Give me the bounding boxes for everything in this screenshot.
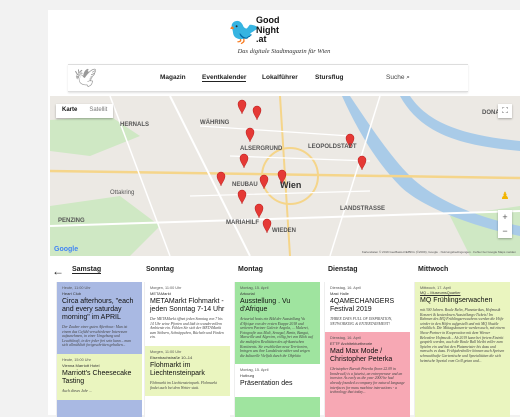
day-column-mittwoch: Mittwoch, 17. April MQ – MuseumsQuartier…	[414, 282, 510, 417]
event-time: Heute, 15:00 Uhr	[62, 357, 91, 362]
day-column-samstag: Heute, 11:00 Uhr Heart Club Circa afterh…	[56, 282, 142, 417]
map-attribution[interactable]: Kartendaten © 2019 GeoBasis-DE/BKG (©200…	[362, 250, 516, 254]
map-label-waehring: WÄHRING	[200, 119, 230, 126]
map-type-karte[interactable]: Karte	[56, 104, 83, 118]
event-time: Morgen, 11:00 Uhr	[150, 349, 182, 354]
map-canvas: HERNALS WÄHRING ALSERGRUND LEOPOLDSTADT …	[50, 96, 520, 256]
map-type-control: Karte Satellit	[56, 104, 114, 118]
site-logo[interactable]: 🐦 Good Night .at	[228, 15, 338, 50]
event-time: Mittwoch, 17. April	[420, 286, 451, 290]
event-title[interactable]: Mad Max Mode / Christopher Peterka	[330, 348, 405, 364]
event-card[interactable]: Montag, 15. April Hotburg Präsentation d…	[235, 364, 320, 398]
day-tab-sonntag[interactable]: Sonntag	[146, 266, 174, 273]
event-venue[interactable]: METAMarkt	[150, 291, 225, 296]
event-venue[interactable]: Eisenbachstraße 10–14	[150, 355, 225, 360]
day-tab-samstag[interactable]: Samstag	[72, 266, 102, 274]
day-tab-dienstag[interactable]: Dienstag	[328, 266, 358, 273]
page: 🐦 Good Night .at Das digitale Stadtmagaz…	[48, 10, 520, 417]
event-map[interactable]: HERNALS WÄHRING ALSERGRUND LEOPOLDSTADT …	[50, 96, 520, 256]
logo-line3: .at	[256, 34, 267, 44]
event-title[interactable]: 4QAMECHANGERS Festival 2019	[330, 298, 405, 314]
event-card[interactable]: Montag, 15. April Artcurial Ausstellung …	[235, 282, 320, 364]
street-view-pegman-icon[interactable]: ♟	[500, 190, 510, 204]
nav-item-lokalfuehrer[interactable]: Lokalführer	[262, 74, 298, 81]
day-column-montag: Montag, 15. April Artcurial Ausstellung …	[234, 282, 320, 417]
event-description: THREE DAYS FULL OF INSPIRATION, NETWORKI…	[330, 317, 393, 326]
event-time: Morgen, 11:00 Uhr	[150, 286, 182, 290]
event-time: Montag, 15. April	[240, 368, 269, 373]
event-title[interactable]: MQ Frühlingserwachen	[420, 297, 505, 305]
map-label-hernals: HERNALS	[120, 122, 149, 128]
search-icon: ⌕	[406, 74, 410, 81]
day-column-sonntag: Morgen, 11:00 Uhr METAMarkt METAMarkt Fl…	[144, 282, 230, 417]
event-description: Christopher Burrah Peterka (born 22.09 i…	[330, 367, 405, 395]
event-time: Dienstag, 16. April	[330, 286, 361, 290]
day-column-dienstag: Dienstag, 16. April Mast Halle 4QAMECHAN…	[324, 282, 410, 417]
google-logo: Google	[54, 246, 79, 253]
main-navigation: 🕊 Magazin Eventkalender Lokalführer Stur…	[68, 64, 468, 92]
event-card[interactable]: Morgen, 11:00 Uhr METAMarkt METAMarkt Fl…	[145, 282, 230, 346]
map-label-alsergrund: ALSERGRUND	[240, 146, 283, 152]
event-description: Der METAMarkt öffnet jeden Sonntag von 7…	[150, 317, 224, 340]
nav-pigeon-icon[interactable]: 🕊	[74, 68, 97, 88]
event-card[interactable]: Morgen, 11:00 Uhr Eisenbachstraße 10–14 …	[145, 345, 230, 397]
map-label-landstrasse: LANDSTRASSE	[340, 206, 385, 212]
search-button[interactable]: Suche ⌕	[386, 74, 410, 82]
tagline: Das digitale Stadtmagazin für Wien	[237, 48, 331, 55]
logo-wordmark: Good Night .at	[256, 15, 280, 45]
day-tab-montag[interactable]: Montag	[238, 266, 263, 273]
fullscreen-icon[interactable]: ⛶	[498, 104, 512, 118]
event-title[interactable]: Marriott's Cheesecake Tasting	[62, 370, 137, 386]
event-description: Auch dieses Jahr ...	[62, 388, 92, 393]
event-title[interactable]: Flohmarkt im Liechtensteinpark	[150, 362, 225, 378]
event-venue[interactable]: Mast Halle	[330, 291, 405, 296]
event-description: mit 300 Jahren. Boule Belin, Planetarika…	[420, 308, 505, 363]
map-label-mariahilf: MARIAHILF	[226, 220, 259, 226]
event-description: Flohmarkt im Liechtensteinpark. Flohmark…	[150, 380, 217, 390]
event-venue[interactable]: Vienna Marriott Hotel	[62, 363, 137, 368]
event-card[interactable]: Dienstag, 16. April ETTF Architekturtheo…	[325, 332, 410, 401]
event-time: Heute, 11:00 Uhr	[62, 286, 91, 290]
event-title[interactable]: Circa afterhours, "each and every saturd…	[62, 298, 137, 322]
zoom-control: + −	[498, 210, 512, 238]
event-title[interactable]: Ausstellung . Vu d'Afrique	[240, 298, 315, 314]
event-title[interactable]: METAMarkt Flohmarkt - jeden Sonntag 7-14…	[150, 298, 225, 314]
search-label: Suche	[386, 74, 405, 81]
event-card[interactable]: Dienstag, 16. April Mast Halle 4QAMECHAN…	[325, 282, 410, 333]
map-label-ottakring: Ottakring	[110, 190, 134, 196]
nav-item-eventkalender[interactable]: Eventkalender	[202, 74, 247, 82]
event-time: Dienstag, 16. April	[330, 336, 361, 341]
zoom-out-button[interactable]: −	[498, 224, 512, 238]
zoom-in-button[interactable]: +	[498, 210, 512, 224]
map-type-satellit[interactable]: Satellit	[83, 104, 113, 118]
event-description: Artcurial hosts ein Bild der Ausstellung…	[240, 317, 313, 358]
event-venue[interactable]: Artcurial	[240, 291, 315, 296]
event-venue[interactable]: ETTF Architekturtheorie	[330, 341, 405, 346]
day-navigation: ← Samstag Sonntag Montag Dienstag Mittwo…	[48, 264, 520, 280]
map-label-neubau: NEUBAU	[232, 182, 258, 188]
map-label-penzing: PENZING	[58, 218, 85, 224]
event-card[interactable]: Heute, 15:00 Uhr Vienna Marriott Hotel M…	[57, 353, 142, 400]
event-venue-link[interactable]: MQ – MuseumsQuartier	[420, 291, 505, 295]
map-label-wien: Wien	[280, 180, 301, 190]
event-venue[interactable]: Heart Club	[62, 291, 137, 296]
nav-item-stursflug[interactable]: Stursflug	[315, 74, 344, 81]
event-time: Montag, 15. April	[240, 286, 269, 290]
event-title[interactable]: Präsentation des	[240, 380, 315, 388]
arrow-left-icon[interactable]: ←	[52, 264, 64, 278]
event-venue[interactable]: Hotburg	[240, 373, 315, 378]
event-description: Der Zauber einer guten Afterhour: Man is…	[62, 325, 131, 348]
nav-item-magazin[interactable]: Magazin	[160, 74, 186, 81]
map-label-wieden: WIEDEN	[272, 228, 296, 234]
event-card[interactable]: Heute, 11:00 Uhr Heart Club Circa afterh…	[57, 282, 142, 354]
event-card[interactable]: Mittwoch, 17. April MQ – MuseumsQuartier…	[415, 282, 510, 369]
day-tab-mittwoch[interactable]: Mittwoch	[418, 266, 448, 273]
map-label-leopoldstadt: LEOPOLDSTADT	[308, 144, 357, 150]
